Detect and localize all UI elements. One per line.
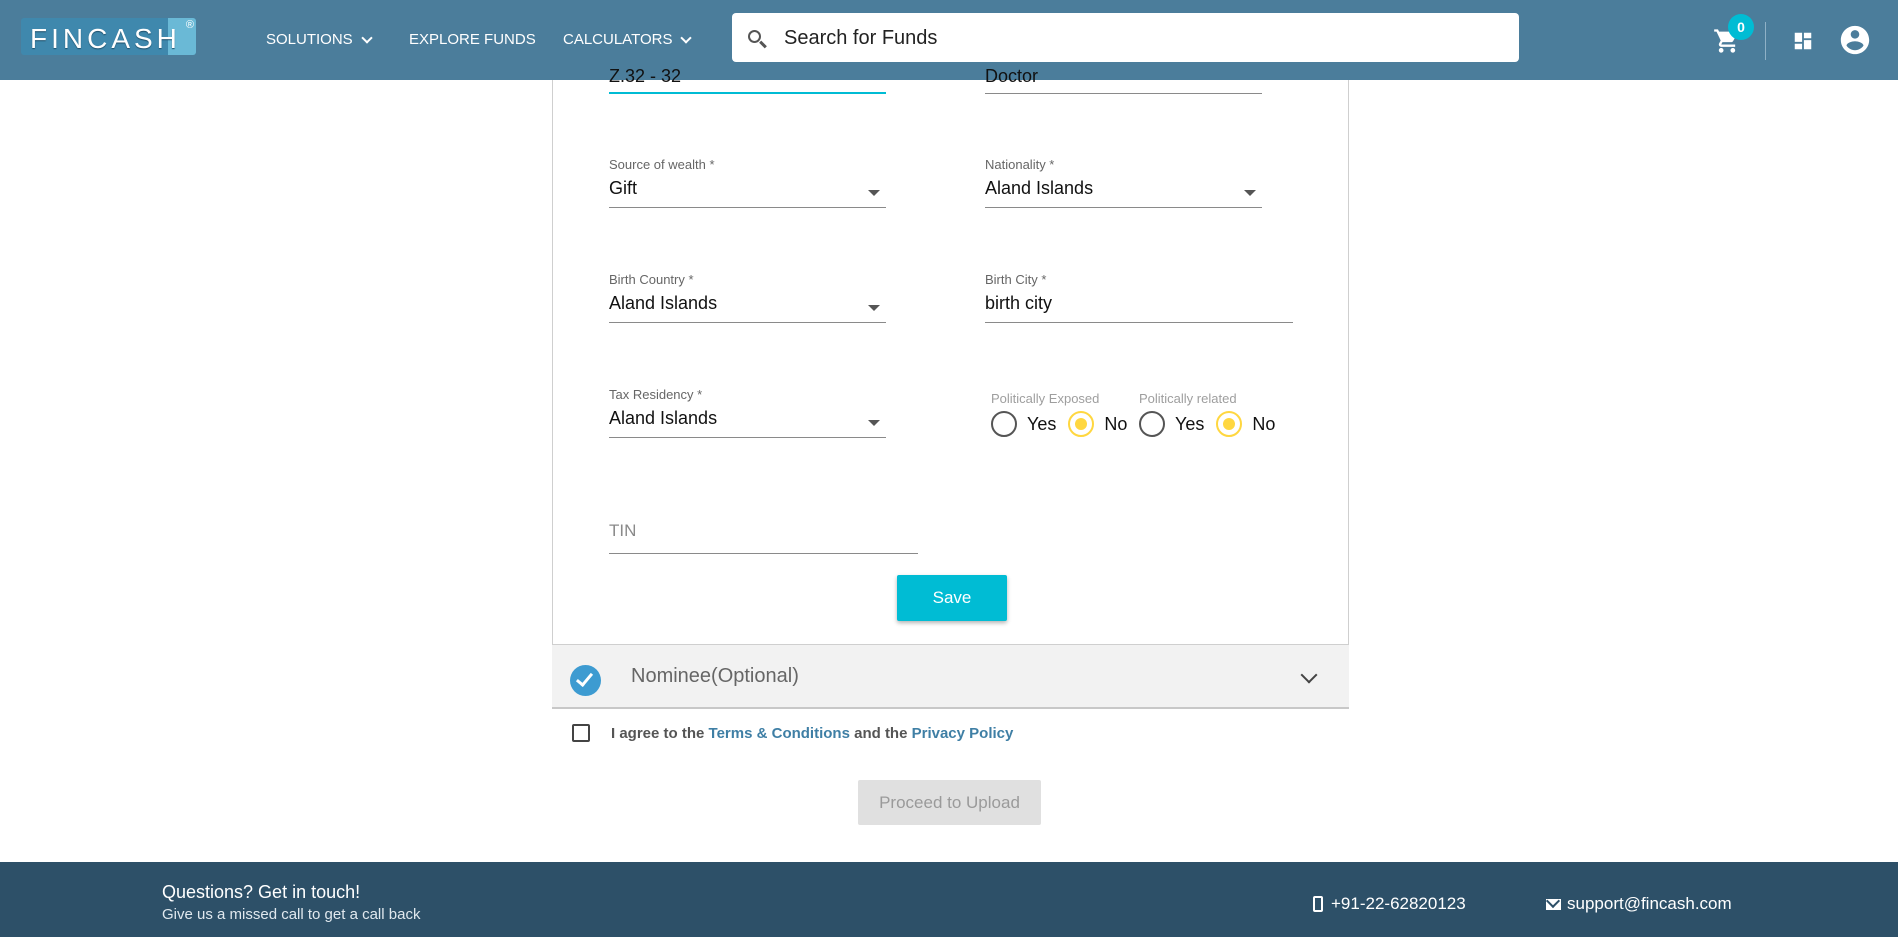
top-header: FINCASH ® SOLUTIONS EXPLORE FUNDS CALCUL… xyxy=(0,0,1898,80)
partial-date-value: Z.32 - 32 xyxy=(609,66,682,86)
footer-question: Questions? Get in touch! xyxy=(162,882,361,902)
logo-registered-mark: ® xyxy=(185,19,194,31)
field-underline xyxy=(609,553,918,554)
nominee-section-header[interactable]: Nominee(Optional) xyxy=(552,645,1349,709)
dashboard-icon[interactable] xyxy=(1792,30,1814,52)
birth-city-value[interactable]: birth city xyxy=(985,293,1293,314)
politically-exposed-label: Politically Exposed xyxy=(991,391,1100,406)
personal-details-form: Z.32 - 32 Doctor Source of wealth * Gift… xyxy=(552,66,1349,645)
phone-icon xyxy=(1313,896,1323,912)
politically-related-no-radio[interactable] xyxy=(1216,411,1243,437)
field-underline xyxy=(609,322,886,323)
terms-agreement: I agree to the Terms & Conditions and th… xyxy=(572,724,1013,742)
politically-exposed-no-radio[interactable] xyxy=(1068,411,1095,437)
footer-email[interactable]: support@fincash.com xyxy=(1546,894,1732,914)
politically-exposed-no-label: No xyxy=(1104,413,1128,434)
source-of-wealth-value: Gift xyxy=(609,178,638,198)
terms-link[interactable]: Terms & Conditions xyxy=(709,725,850,742)
agree-checkbox[interactable] xyxy=(572,724,590,742)
politically-related-group: Politically related Yes No xyxy=(1139,391,1287,437)
partial-occupation-field[interactable]: Doctor xyxy=(985,58,1262,94)
logo-text: FINCASH xyxy=(30,23,181,54)
politically-exposed-group: Politically Exposed Yes No xyxy=(991,391,1139,437)
politically-related-yes-radio[interactable] xyxy=(1139,411,1165,437)
politically-related-yes-label: Yes xyxy=(1175,413,1205,434)
field-underline xyxy=(985,207,1262,208)
birth-city-label: Birth City * xyxy=(985,272,1047,287)
header-divider xyxy=(1765,22,1766,60)
partial-occupation-value: Doctor xyxy=(985,66,1039,86)
dropdown-arrow-icon xyxy=(868,190,880,196)
birth-country-value: Aland Islands xyxy=(609,293,718,313)
save-button[interactable]: Save xyxy=(897,575,1007,621)
agree-text: I agree to the Terms & Conditions and th… xyxy=(611,725,1013,742)
fincash-logo[interactable]: FINCASH ® xyxy=(21,18,196,55)
nationality-value: Aland Islands xyxy=(985,178,1094,198)
proceed-to-upload-button[interactable]: Proceed to Upload xyxy=(858,780,1041,825)
search-bar[interactable]: Search for Funds xyxy=(732,13,1519,62)
agree-prefix: I agree to the xyxy=(611,724,709,742)
cart-count-badge: 0 xyxy=(1728,14,1754,40)
partial-date-field[interactable]: Z.32 - 32 xyxy=(609,58,886,94)
nav-solutions-label: SOLUTIONS xyxy=(266,31,353,48)
agree-middle: and the xyxy=(849,724,912,742)
tax-residency-label: Tax Residency * xyxy=(609,387,703,402)
footer: Questions? Get in touch! Give us a misse… xyxy=(0,862,1898,937)
field-underline xyxy=(985,322,1293,323)
privacy-link[interactable]: Privacy Policy xyxy=(912,725,1014,742)
field-underline xyxy=(609,437,886,438)
nav-explore-funds[interactable]: EXPLORE FUNDS xyxy=(409,31,536,48)
nav-explore-label: EXPLORE FUNDS xyxy=(409,31,536,48)
footer-phone[interactable]: +91-22-62820123 xyxy=(1313,894,1466,914)
source-of-wealth-label: Source of wealth * xyxy=(609,157,715,172)
check-circle-icon xyxy=(570,665,601,696)
footer-phone-number: +91-22-62820123 xyxy=(1331,894,1466,913)
nav-calculators[interactable]: CALCULATORS xyxy=(563,31,693,48)
field-underline xyxy=(609,207,886,208)
chevron-down-icon xyxy=(361,31,373,44)
field-underline xyxy=(985,93,1262,94)
nav-solutions[interactable]: SOLUTIONS xyxy=(266,31,373,48)
dropdown-arrow-icon xyxy=(868,420,880,426)
nationality-select[interactable]: Nationality * Aland Islands xyxy=(985,157,1262,208)
politically-related-label: Politically related xyxy=(1139,391,1237,406)
birth-country-label: Birth Country * xyxy=(609,272,694,287)
search-input[interactable]: Search for Funds xyxy=(784,27,937,50)
tax-residency-value: Aland Islands xyxy=(609,408,718,428)
search-icon xyxy=(748,30,767,49)
tin-placeholder: TIN xyxy=(609,521,637,540)
politically-exposed-yes-label: Yes xyxy=(1027,413,1057,434)
nationality-label: Nationality * xyxy=(985,157,1055,172)
nominee-title: Nominee(Optional) xyxy=(631,665,799,687)
chevron-down-icon[interactable] xyxy=(1300,666,1318,684)
mail-icon xyxy=(1546,898,1561,910)
dropdown-arrow-icon xyxy=(1244,190,1256,196)
birth-country-select[interactable]: Birth Country * Aland Islands xyxy=(609,272,886,323)
nav-calculators-label: CALCULATORS xyxy=(563,31,673,48)
tin-input[interactable]: TIN xyxy=(609,521,918,554)
field-underline xyxy=(609,92,886,94)
account-circle-icon[interactable] xyxy=(1838,23,1872,57)
footer-subtext: Give us a missed call to get a call back xyxy=(162,906,421,923)
politically-exposed-yes-radio[interactable] xyxy=(991,411,1017,437)
chevron-down-icon xyxy=(680,31,693,44)
source-of-wealth-select[interactable]: Source of wealth * Gift xyxy=(609,157,886,208)
birth-city-field[interactable]: Birth City * birth city xyxy=(985,272,1293,323)
tax-residency-select[interactable]: Tax Residency * Aland Islands xyxy=(609,387,886,438)
footer-email-address: support@fincash.com xyxy=(1567,894,1732,913)
dropdown-arrow-icon xyxy=(868,305,880,311)
politically-related-no-label: No xyxy=(1252,413,1276,434)
